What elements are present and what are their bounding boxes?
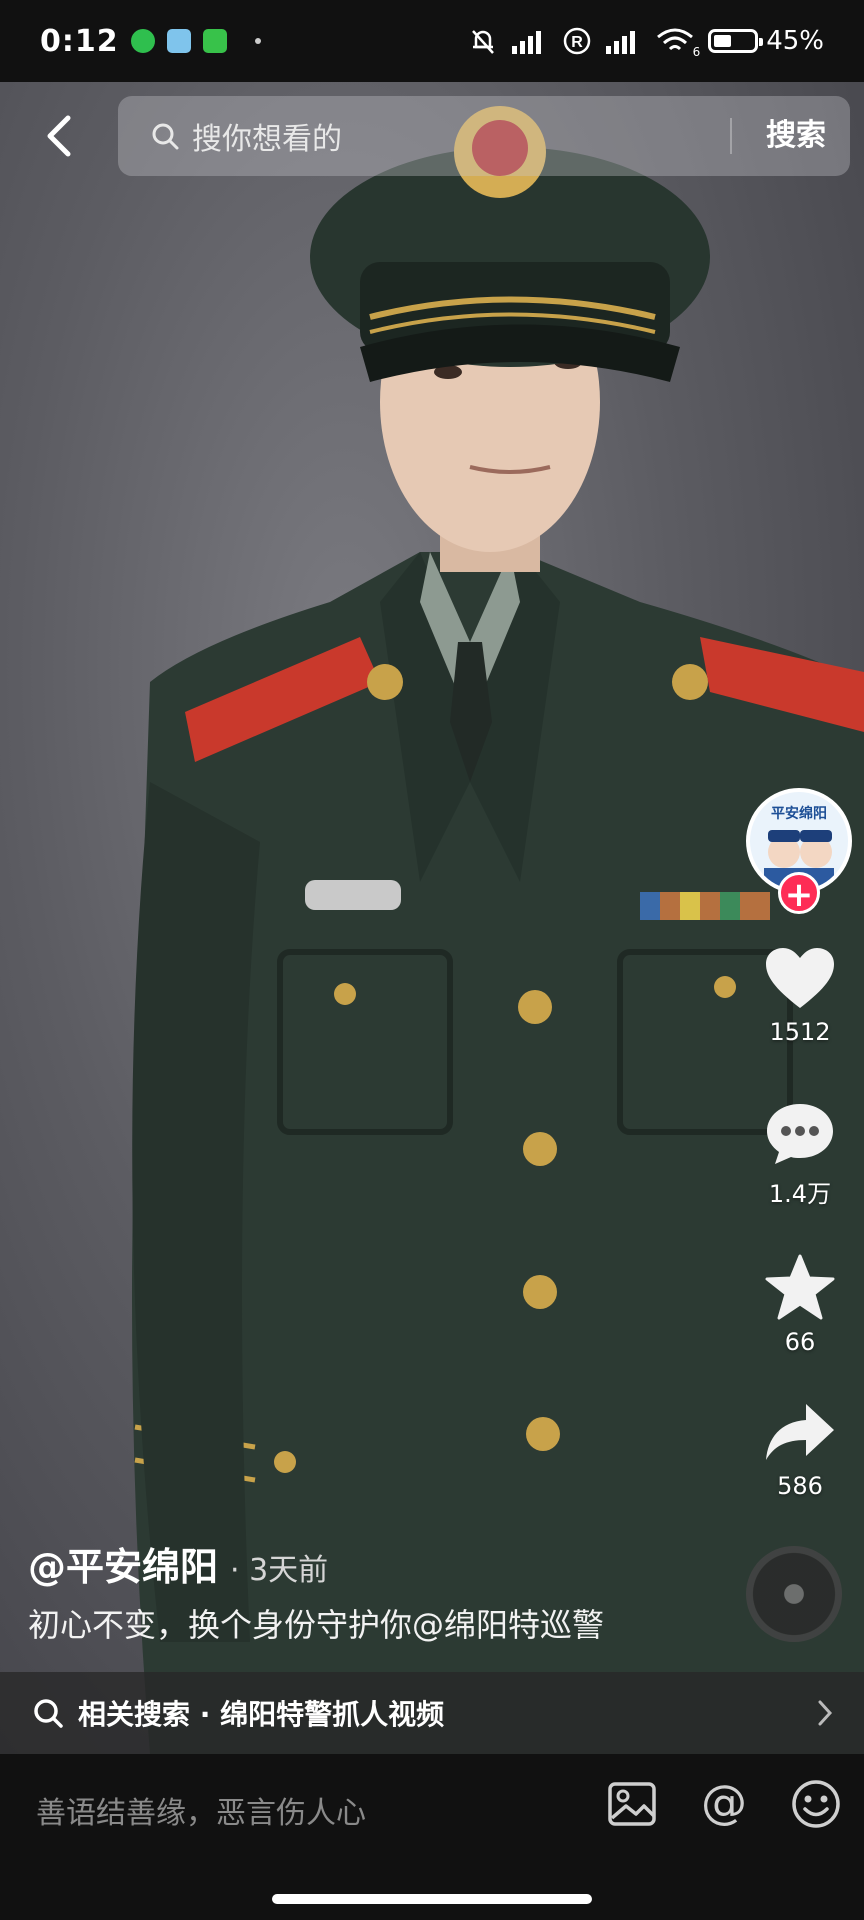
status-bar: 0:12 R 6 45% (0, 0, 864, 82)
wechat-icon (130, 29, 155, 53)
image-icon[interactable] (606, 1778, 658, 1830)
star-icon (765, 1254, 835, 1320)
comment-count: 1.4万 (768, 1180, 832, 1208)
back-button[interactable] (36, 108, 80, 164)
related-search-label: 相关搜索 · 绵阳特警抓人视频 (78, 1698, 445, 1731)
search-icon (152, 123, 179, 150)
roaming-icon: R (563, 27, 591, 55)
chevron-left-icon (47, 115, 71, 157)
home-indicator[interactable] (272, 1894, 592, 1904)
mention-icon[interactable]: @ (698, 1778, 750, 1830)
comment-icon (767, 1104, 833, 1164)
music-disc-icon[interactable] (746, 1546, 842, 1642)
video-frame-officer (132, 106, 864, 1754)
emoji-icon[interactable] (790, 1778, 842, 1830)
search-button[interactable]: 搜索 (766, 96, 826, 176)
share-count: 586 (777, 1472, 823, 1500)
search-divider (730, 118, 732, 154)
search-icon (34, 1699, 63, 1728)
share-arrow-icon (766, 1404, 834, 1460)
heart-icon (766, 948, 834, 1008)
author-line: @平安绵阳 · 3天前 (28, 1536, 328, 1591)
app-notification-icon (202, 29, 227, 53)
mute-bell-icon (472, 30, 495, 54)
wifi-indicator: 6 (656, 27, 700, 59)
like-button[interactable]: 1512 (748, 946, 852, 1046)
favorite-count: 66 (784, 1328, 816, 1356)
battery-level (714, 35, 732, 47)
like-count: 1512 (769, 1018, 831, 1046)
search-input[interactable]: 搜你想看的 (192, 114, 342, 158)
more-notifications-dot (254, 38, 261, 44)
favorite-button[interactable]: 66 (748, 1254, 852, 1356)
svg-text:@: @ (701, 1778, 747, 1829)
avatar-badge-text: 平安绵阳 (771, 805, 827, 822)
wifi-badge: 6 (692, 45, 701, 59)
related-search-bar[interactable]: 相关搜索 · 绵阳特警抓人视频 (0, 1672, 864, 1754)
wifi-icon (657, 28, 694, 51)
battery-indicator: 45% (708, 26, 824, 56)
svg-text:R: R (571, 34, 583, 51)
share-button[interactable]: 586 (748, 1400, 852, 1500)
clock: 0:12 (40, 23, 119, 59)
video-player[interactable] (0, 82, 864, 1754)
app-notification-icon (166, 29, 191, 53)
author-avatar-group[interactable]: 平安绵阳 + (746, 788, 852, 915)
author-name[interactable]: @平安绵阳 (28, 1536, 218, 1591)
comment-bar: 善语结善缘，恶言伤人心 @ (0, 1754, 864, 1920)
chevron-right-icon (818, 1700, 833, 1726)
system-icons: R 6 45% (468, 26, 824, 59)
post-time: · 3天前 (230, 1553, 329, 1588)
video-caption[interactable]: 初心不变，换个身份守护你@绵阳特巡警 (28, 1600, 604, 1646)
signal-icon (512, 31, 542, 54)
follow-button[interactable]: + (778, 872, 820, 915)
battery-icon (708, 29, 764, 53)
signal-icon (606, 31, 636, 54)
battery-percent: 45% (766, 26, 824, 56)
notification-icons (130, 29, 261, 53)
comment-input[interactable]: 善语结善缘，恶言伤人心 (36, 1788, 366, 1832)
comment-button[interactable]: 1.4万 (748, 1100, 852, 1209)
search-bar[interactable]: 搜你想看的 搜索 (118, 96, 850, 176)
